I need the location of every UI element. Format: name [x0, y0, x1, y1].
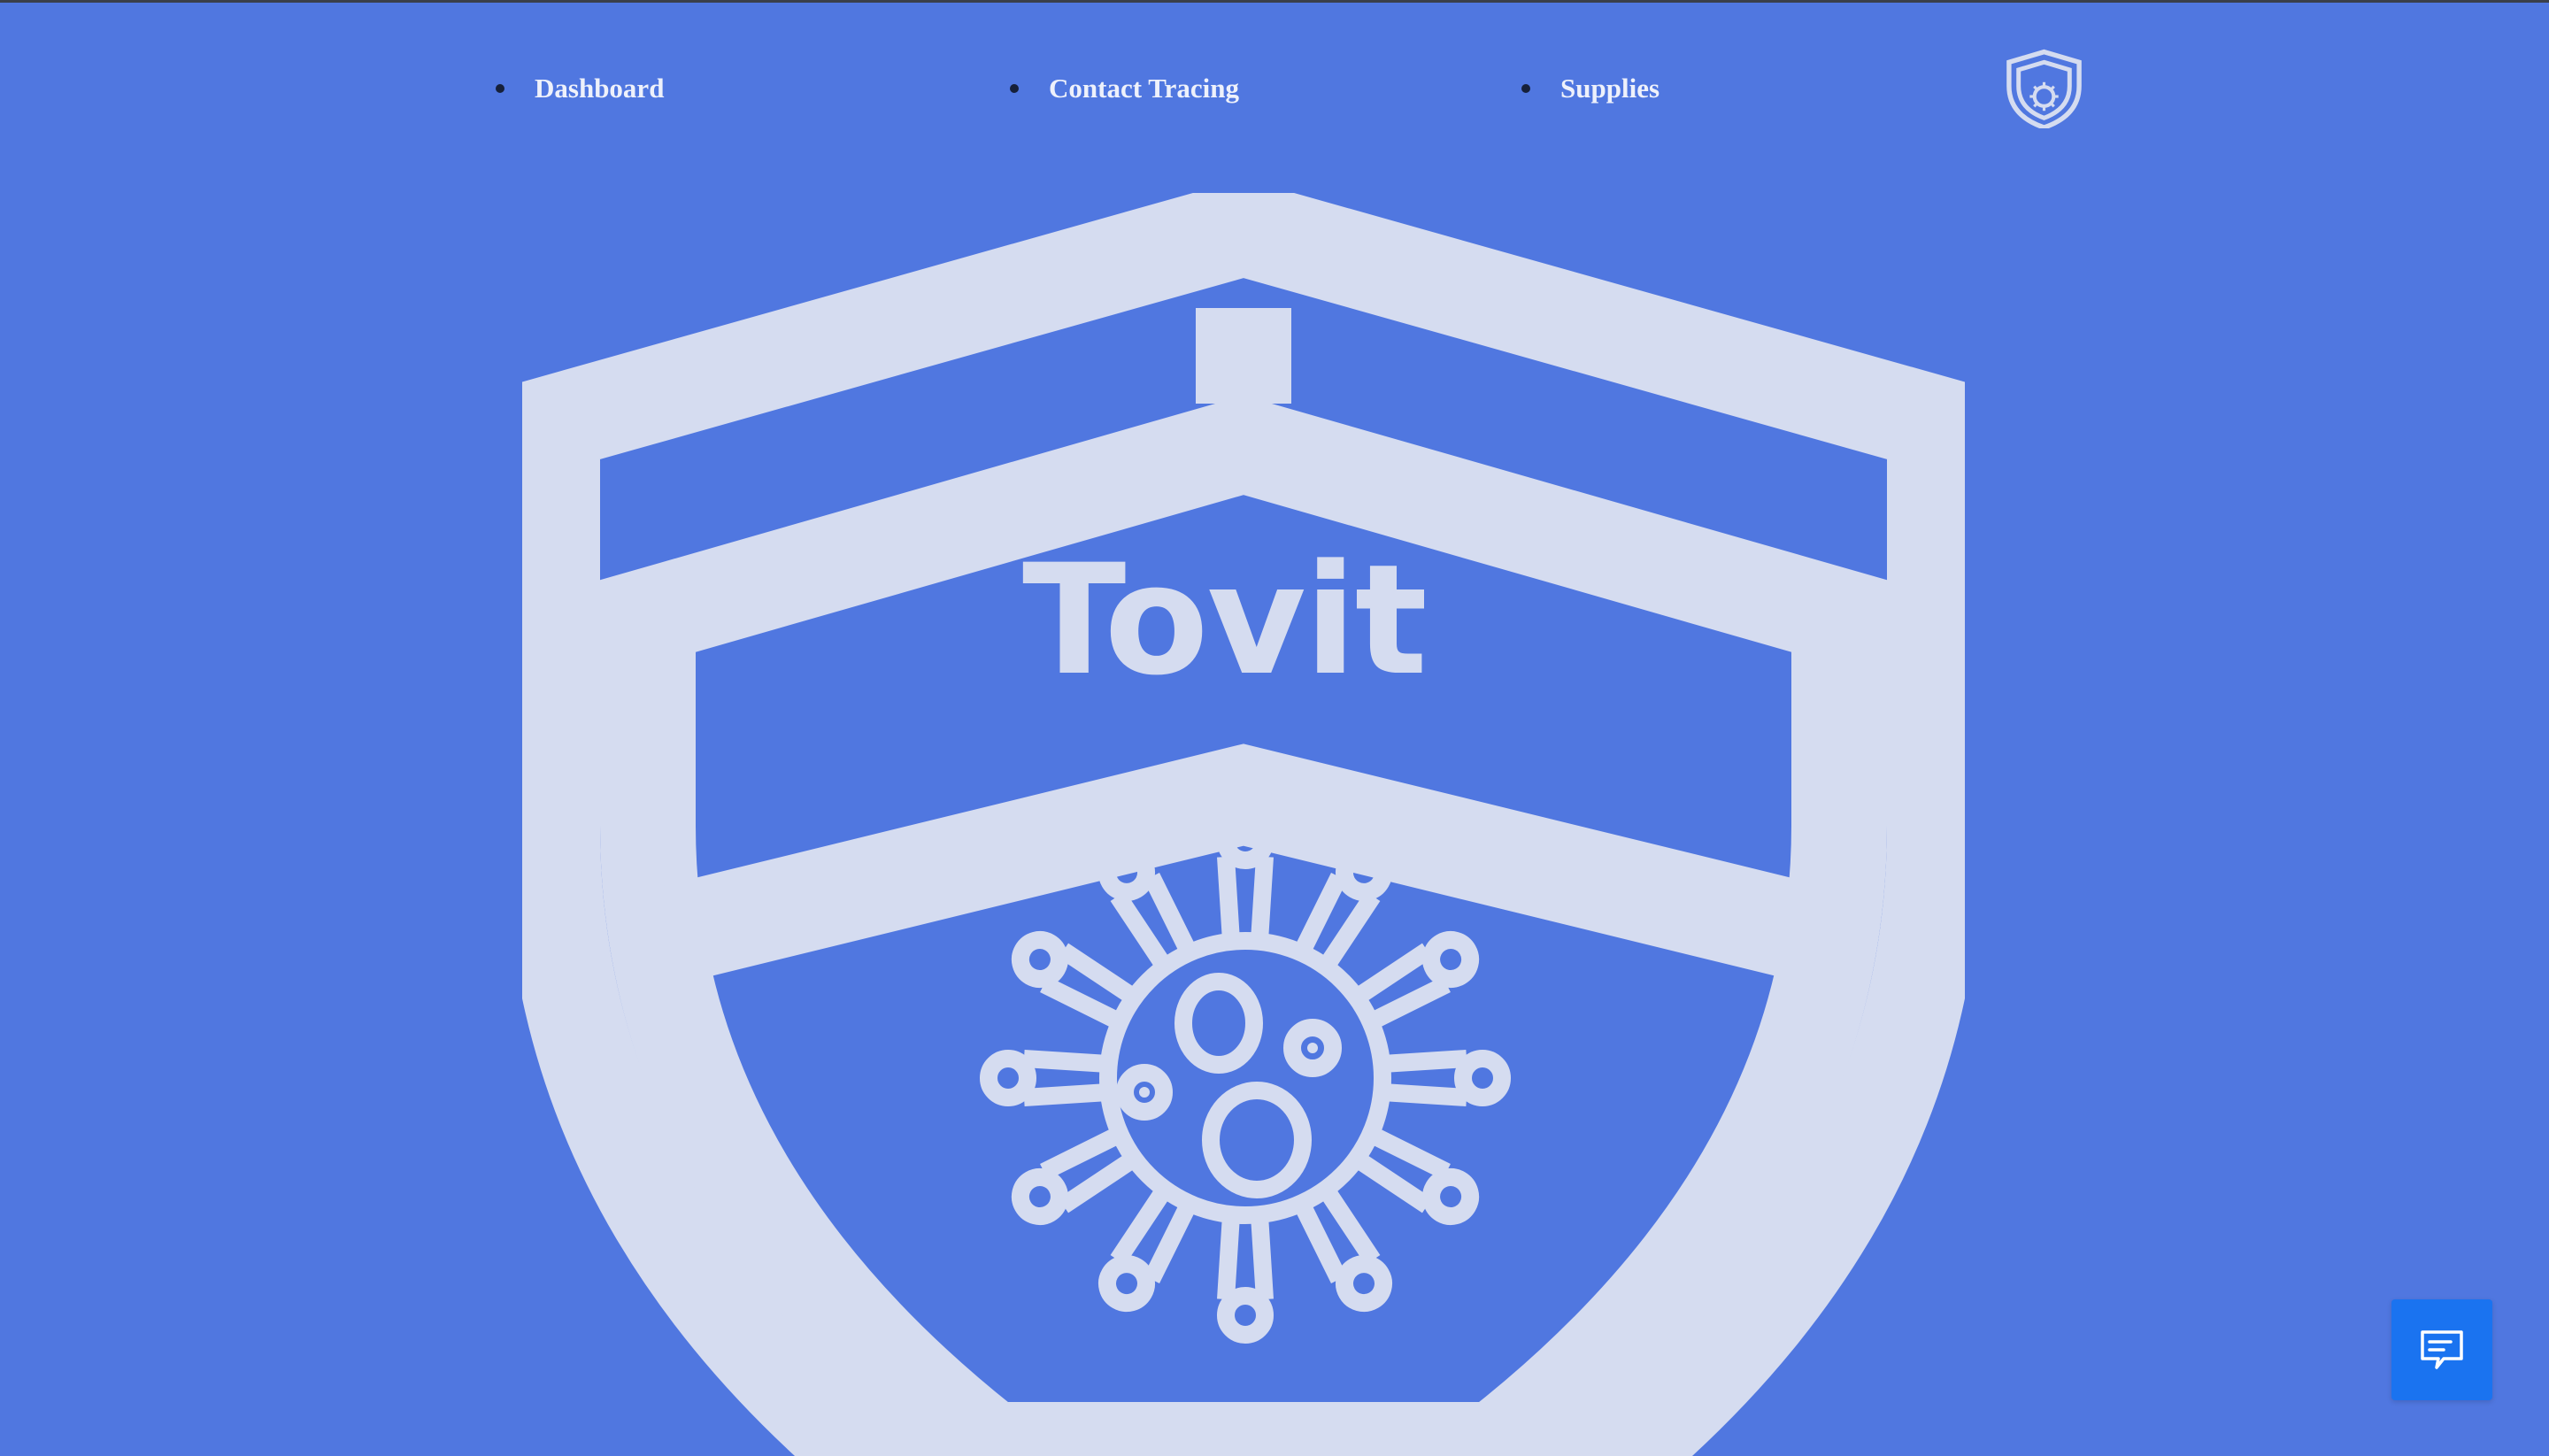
nav-link-supplies[interactable]: Supplies — [1521, 69, 1660, 108]
bullet-icon — [1010, 84, 1019, 93]
hero-title: Tovit — [1022, 531, 1428, 709]
nav-link-label: Contact Tracing — [1049, 73, 1239, 104]
chat-button[interactable] — [2391, 1299, 2492, 1400]
hero-shield-virus-icon — [504, 178, 1983, 1456]
nav-link-label: Supplies — [1560, 73, 1660, 104]
logo-shield-icon[interactable] — [2002, 49, 2086, 130]
nav-link-label: Dashboard — [535, 73, 665, 104]
top-nav: Dashboard Contact Tracing Supplies — [0, 0, 2549, 177]
nav-link-dashboard[interactable]: Dashboard — [496, 69, 665, 108]
bullet-icon — [496, 84, 504, 93]
nav-link-contact-tracing[interactable]: Contact Tracing — [1010, 69, 1239, 108]
bullet-icon — [1521, 84, 1530, 93]
chat-bubble-icon — [2421, 1330, 2463, 1369]
